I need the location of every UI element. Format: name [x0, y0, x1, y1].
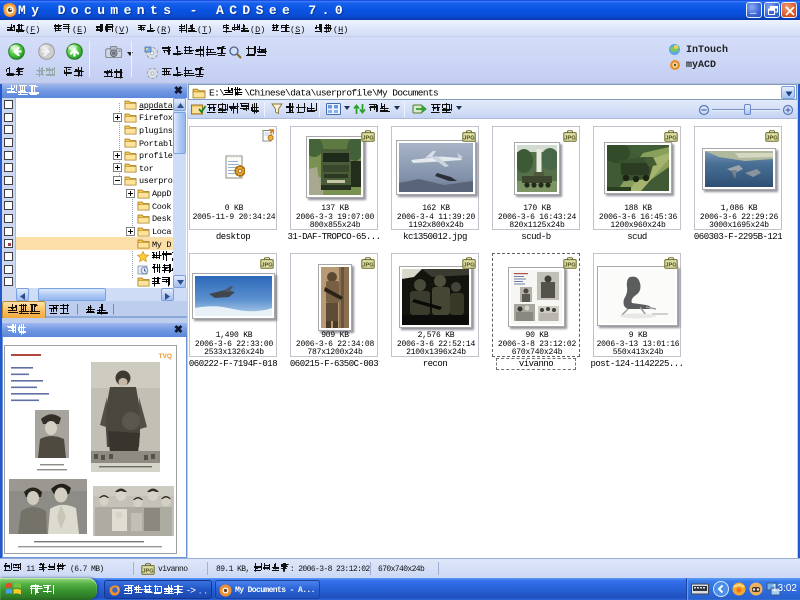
- svg-text:JPG: JPG: [564, 263, 575, 269]
- svg-text:JPG: JPG: [665, 263, 676, 269]
- svg-text:JPG: JPG: [463, 263, 474, 269]
- svg-text:JPG: JPG: [362, 263, 373, 269]
- svg-text:JPG: JPG: [665, 136, 676, 142]
- svg-text:TVQ: TVQ: [159, 353, 172, 360]
- svg-text:JPG: JPG: [766, 136, 777, 142]
- svg-text:JPG: JPG: [564, 136, 575, 142]
- svg-text:JPG: JPG: [142, 569, 153, 575]
- svg-text:JPG: JPG: [463, 136, 474, 142]
- svg-text:JPG: JPG: [362, 136, 373, 142]
- svg-text:JPG: JPG: [261, 263, 272, 269]
